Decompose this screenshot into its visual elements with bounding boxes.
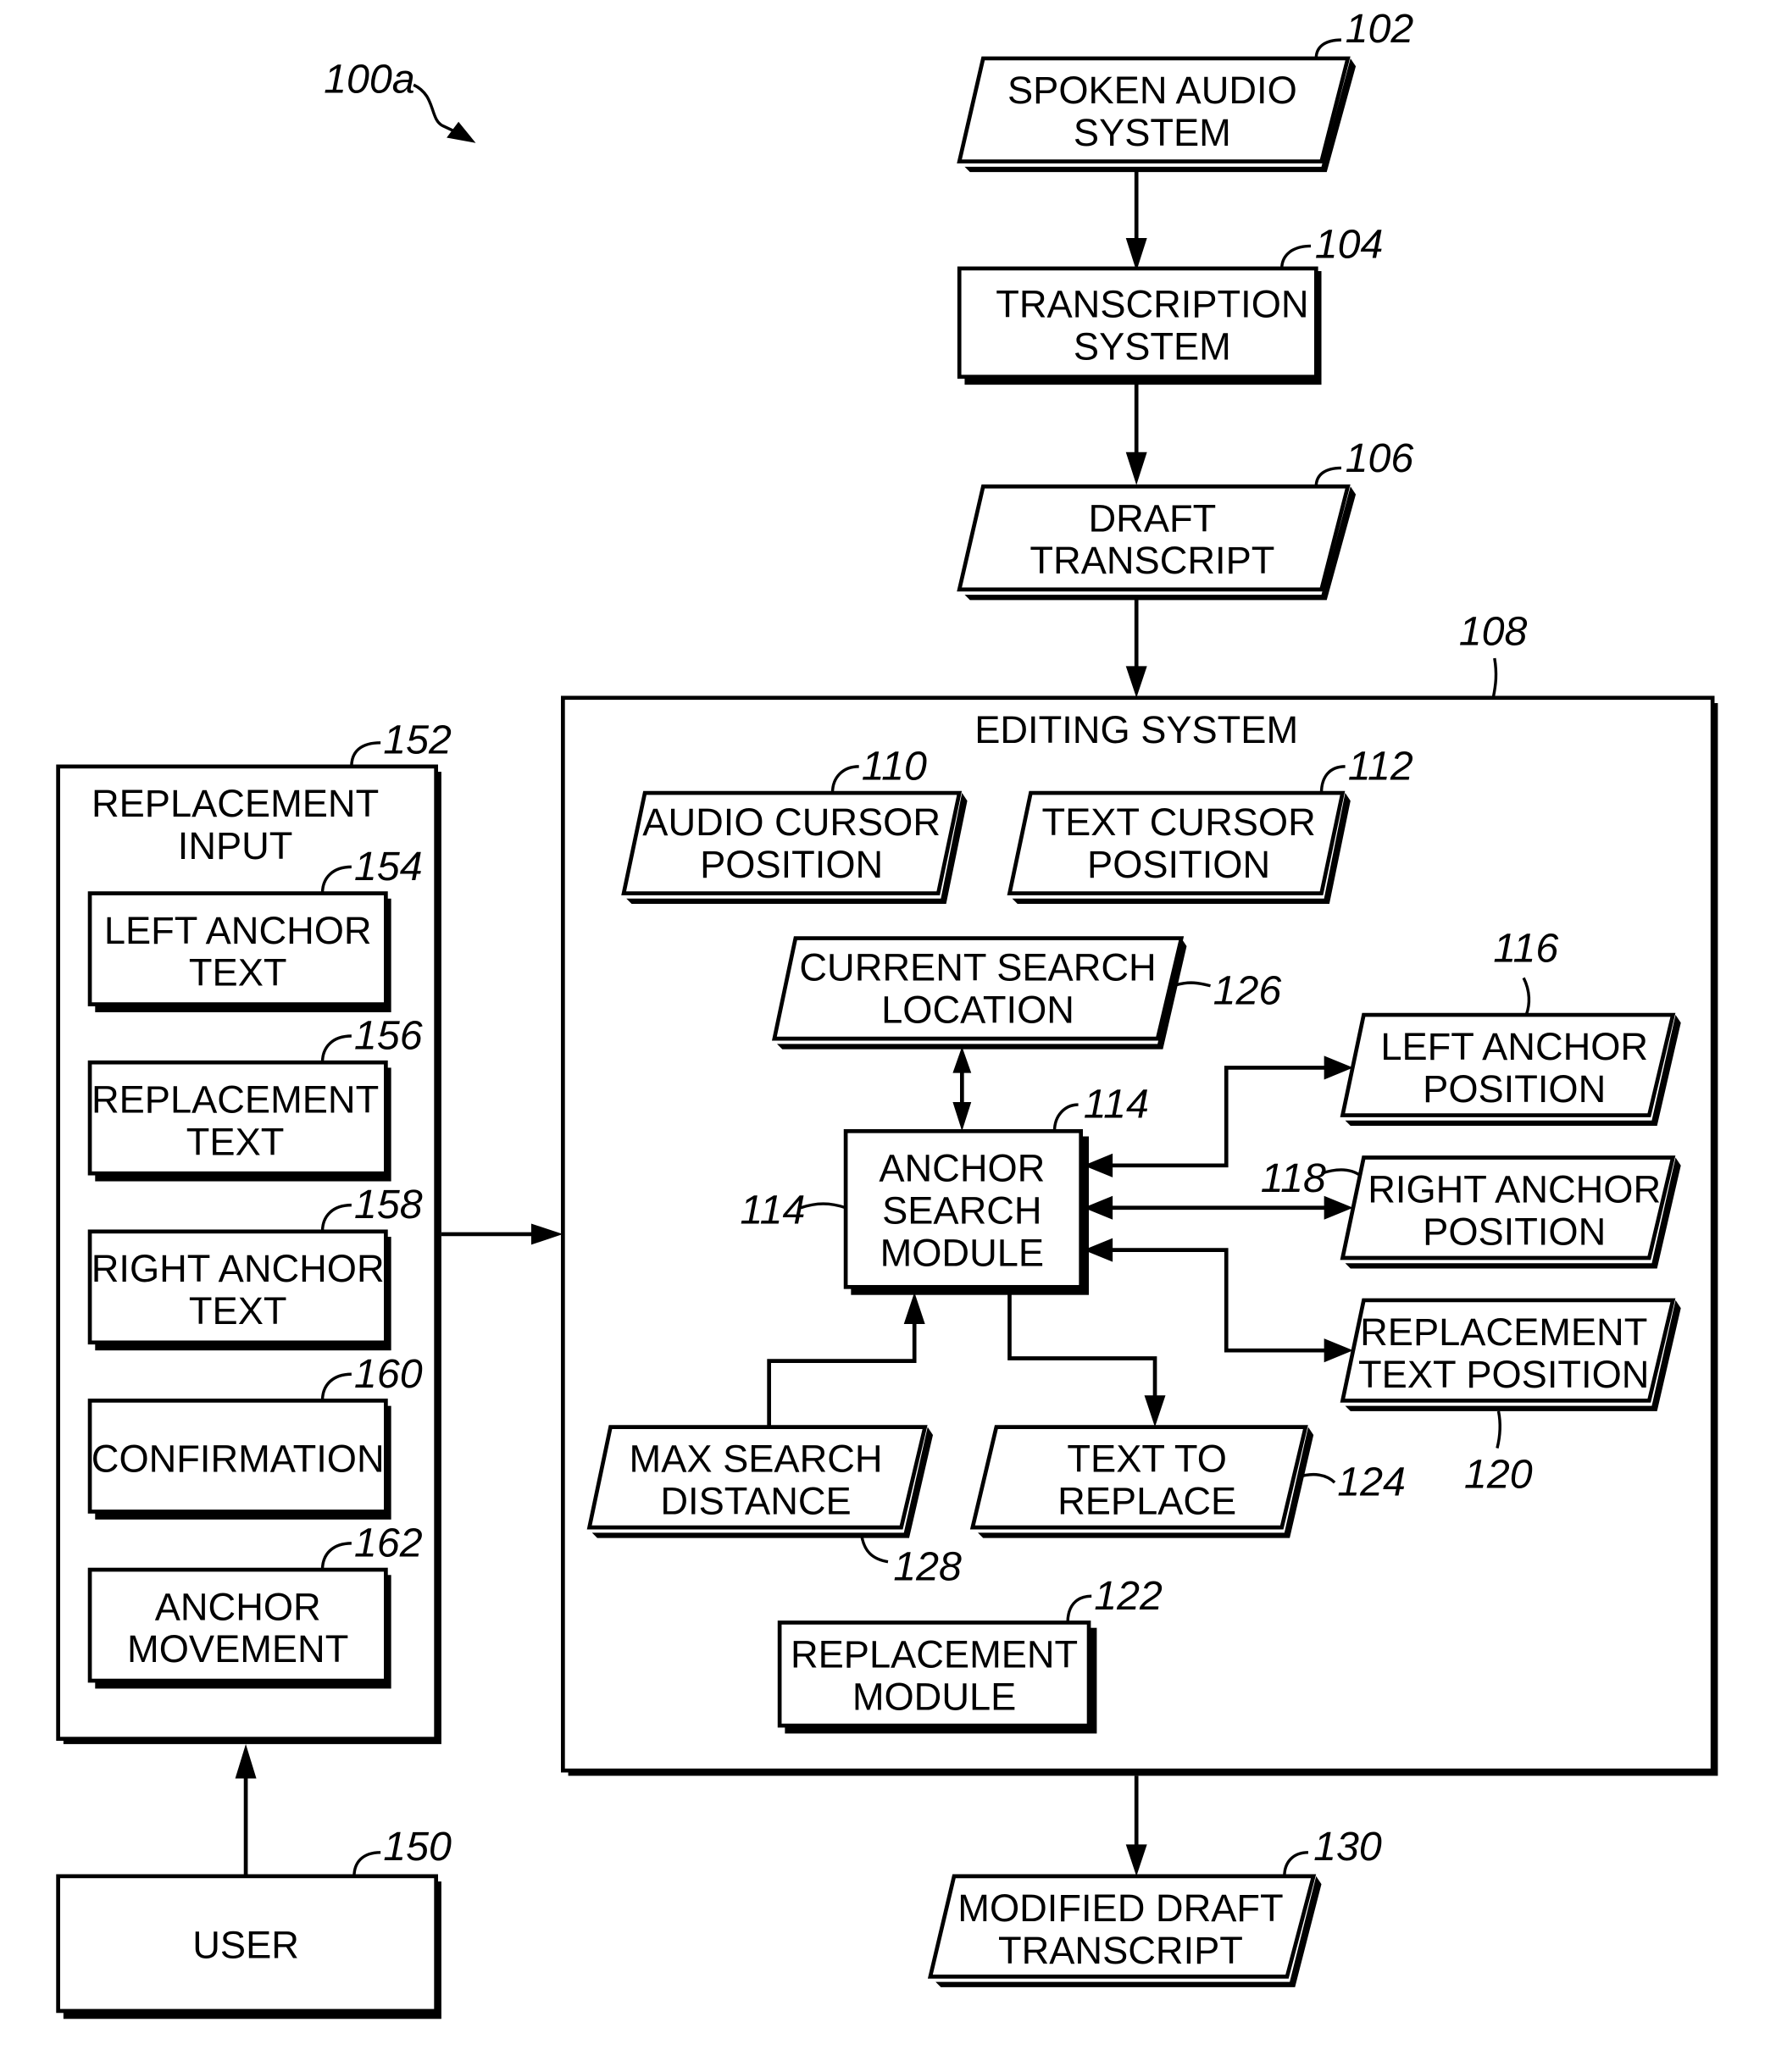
ref-106-leader bbox=[1314, 466, 1341, 487]
edge-editing-to-modified-draft bbox=[1125, 1776, 1147, 1876]
spoken-audio-line-1: SPOKEN AUDIO bbox=[1007, 69, 1297, 112]
edge-replacement-input-to-editing bbox=[441, 1223, 563, 1245]
ref-108: 108 bbox=[1459, 608, 1528, 654]
ref-120: 120 bbox=[1464, 1451, 1533, 1497]
ref-108-leader bbox=[1491, 657, 1498, 699]
ref-104-leader bbox=[1280, 244, 1312, 269]
node-user: USER 150 bbox=[56, 1824, 452, 2019]
audio-cursor-line-2: POSITION bbox=[700, 843, 883, 886]
user-line-1: USER bbox=[192, 1924, 299, 1967]
anchor-search-line-2: SEARCH bbox=[882, 1188, 1041, 1232]
ref-118: 118 bbox=[1261, 1155, 1326, 1201]
replacement-module-line-2: MODULE bbox=[852, 1675, 1016, 1718]
current-search-line-2: LOCATION bbox=[881, 988, 1074, 1031]
draft-line-1: DRAFT bbox=[1089, 496, 1217, 540]
right-anchor-text-line-2: TEXT bbox=[189, 1289, 287, 1332]
figure-label: 100a bbox=[324, 57, 476, 143]
node-modified-draft-transcript: MODIFIED DRAFT TRANSCRIPT 130 bbox=[927, 1824, 1382, 1987]
modified-draft-line-2: TRANSCRIPT bbox=[998, 1929, 1243, 1972]
current-search-line-1: CURRENT SEARCH bbox=[799, 945, 1156, 989]
ref-152-leader bbox=[350, 741, 381, 767]
left-anchor-pos-line-2: POSITION bbox=[1423, 1067, 1606, 1111]
ref-150: 150 bbox=[383, 1824, 452, 1870]
node-spoken-audio-system: SPOKEN AUDIO SYSTEM 102 bbox=[957, 6, 1414, 173]
replacement-text-line-1: REPLACEMENT bbox=[92, 1078, 379, 1121]
edge-spoken-to-transcription bbox=[1125, 169, 1147, 272]
editing-system-title: EDITING SYSTEM bbox=[974, 708, 1298, 751]
draft-line-2: TRANSCRIPT bbox=[1030, 539, 1274, 582]
ref-152: 152 bbox=[383, 717, 452, 762]
edge-draft-to-editing bbox=[1125, 597, 1147, 698]
replacement-text-pos-line-1: REPLACEMENT bbox=[1360, 1310, 1647, 1354]
right-anchor-pos-line-1: RIGHT ANCHOR bbox=[1368, 1167, 1661, 1211]
anchor-search-line-3: MODULE bbox=[880, 1231, 1044, 1274]
left-anchor-text-line-1: LEFT ANCHOR bbox=[104, 909, 372, 952]
text-cursor-line-1: TEXT CURSOR bbox=[1041, 801, 1315, 844]
ref-128: 128 bbox=[893, 1544, 962, 1590]
block-diagram: 100a SPOKEN AUDIO SYSTEM 102 TRANSCRIPTI… bbox=[56, 6, 1718, 2019]
ref-112: 112 bbox=[1348, 743, 1413, 789]
transcription-line-1: TRANSCRIPTION bbox=[996, 283, 1308, 326]
anchor-movement-line-1: ANCHOR bbox=[155, 1585, 321, 1628]
figure-label-text: 100a bbox=[324, 57, 415, 102]
ref-110: 110 bbox=[862, 743, 927, 789]
right-anchor-text-line-1: RIGHT ANCHOR bbox=[92, 1247, 385, 1290]
replacement-module-line-1: REPLACEMENT bbox=[791, 1632, 1078, 1676]
ref-122: 122 bbox=[1094, 1573, 1163, 1619]
ref-106: 106 bbox=[1346, 435, 1414, 481]
replacement-input-line-1: REPLACEMENT bbox=[92, 782, 379, 825]
ref-124: 124 bbox=[1337, 1460, 1406, 1505]
anchor-search-line-1: ANCHOR bbox=[879, 1147, 1045, 1190]
edge-user-to-replacement-input bbox=[235, 1743, 257, 1876]
ref-158: 158 bbox=[354, 1182, 423, 1227]
left-anchor-pos-line-1: LEFT ANCHOR bbox=[1380, 1025, 1648, 1068]
ref-114-left: 114 bbox=[740, 1187, 805, 1233]
max-search-line-2: DISTANCE bbox=[660, 1480, 851, 1523]
max-search-line-1: MAX SEARCH bbox=[630, 1438, 883, 1481]
transcription-line-2: SYSTEM bbox=[1074, 325, 1231, 368]
anchor-movement-line-2: MOVEMENT bbox=[127, 1627, 348, 1670]
ref-116: 116 bbox=[1493, 926, 1558, 972]
node-draft-transcript: DRAFT TRANSCRIPT 106 bbox=[957, 435, 1414, 601]
ref-156: 156 bbox=[354, 1013, 423, 1059]
ref-154: 154 bbox=[354, 844, 423, 889]
audio-cursor-line-1: AUDIO CURSOR bbox=[642, 801, 941, 844]
spoken-audio-line-2: SYSTEM bbox=[1074, 111, 1231, 154]
text-to-replace-line-2: REPLACE bbox=[1057, 1480, 1236, 1523]
ref-104: 104 bbox=[1315, 221, 1384, 267]
ref-150-leader bbox=[352, 1851, 381, 1876]
ref-114-top: 114 bbox=[1084, 1082, 1149, 1127]
left-anchor-text-line-2: TEXT bbox=[189, 951, 287, 994]
edge-transcription-to-draft bbox=[1125, 383, 1147, 485]
replacement-input-line-2: INPUT bbox=[178, 824, 293, 867]
ref-162: 162 bbox=[354, 1520, 423, 1565]
ref-160: 160 bbox=[354, 1351, 423, 1397]
modified-draft-line-1: MODIFIED DRAFT bbox=[957, 1886, 1283, 1930]
node-transcription-system: TRANSCRIPTION SYSTEM 104 bbox=[957, 221, 1384, 385]
right-anchor-pos-line-2: POSITION bbox=[1423, 1210, 1606, 1253]
confirmation-line-1: CONFIRMATION bbox=[92, 1438, 385, 1481]
ref-130: 130 bbox=[1313, 1824, 1382, 1870]
figure-label-arrowhead bbox=[447, 121, 476, 143]
ref-126: 126 bbox=[1213, 968, 1282, 1014]
ref-102-leader bbox=[1314, 38, 1341, 59]
ref-102: 102 bbox=[1346, 6, 1414, 52]
text-cursor-line-2: POSITION bbox=[1087, 843, 1270, 886]
replacement-text-pos-line-2: TEXT POSITION bbox=[1358, 1353, 1649, 1396]
replacement-text-line-2: TEXT bbox=[186, 1120, 285, 1163]
text-to-replace-line-1: TEXT TO bbox=[1067, 1438, 1226, 1481]
ref-130-leader bbox=[1283, 1851, 1309, 1876]
